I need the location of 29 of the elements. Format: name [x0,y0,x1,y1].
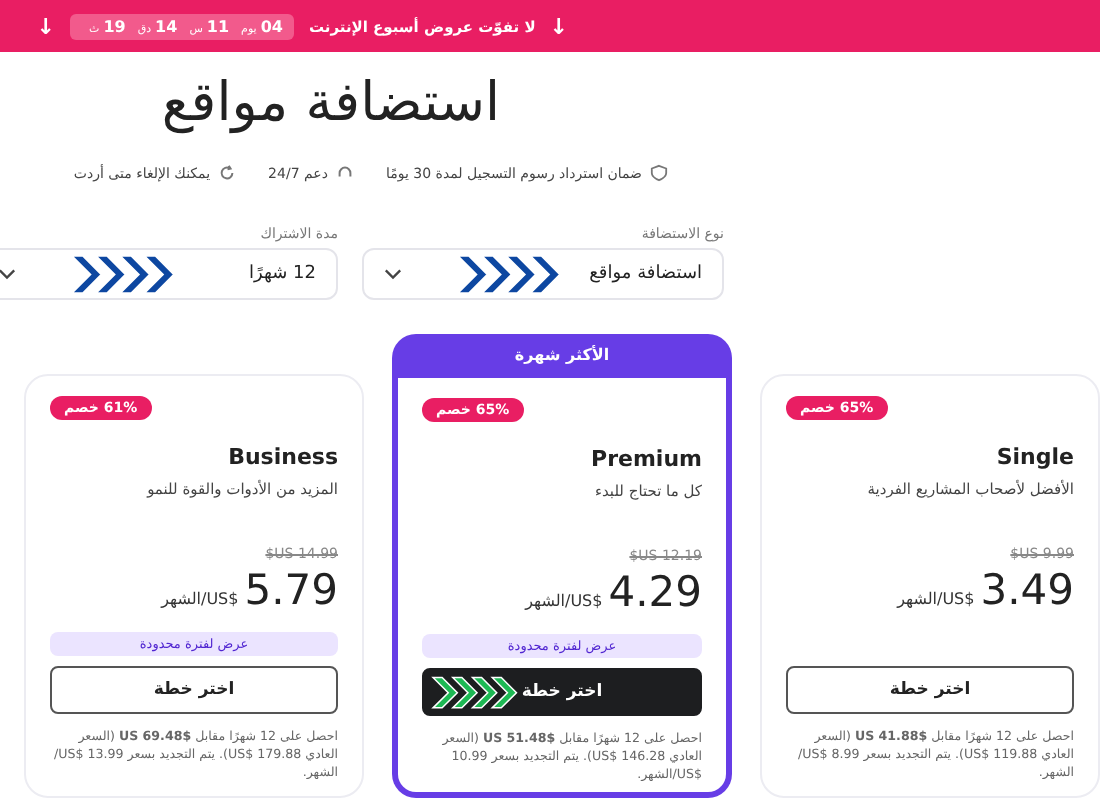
countdown-value: 14 [155,17,178,35]
price-unit: $US/الشهر [161,590,239,608]
price-unit: $US/الشهر [525,592,603,610]
choose-plan-button[interactable]: اختر خطة [422,668,702,716]
price: 5.79 [244,566,338,614]
countdown-value: 04 [260,17,283,35]
plan-name: Business [226,444,338,470]
price-unit: $US/الشهر [897,590,975,608]
choose-plan-button[interactable]: اختر خطة [50,666,338,714]
shield-icon [650,164,668,182]
refresh-icon [218,164,237,182]
arrow-down-icon: ↓ [36,13,55,39]
chevrons-icon [68,254,176,295]
arrow-down-icon: ↓ [549,13,568,39]
dropdown[interactable]: 12 شهرًا [0,248,338,300]
plan-name: Single [994,444,1074,470]
choose-plan-button[interactable]: اختر خطة [786,666,1074,714]
chevrons-icon [454,254,562,295]
plan-name: Premium [589,446,702,472]
countdown-value: 11 [206,17,230,35]
countdown-value: 19 [103,17,126,35]
chevrons-icon [430,676,518,710]
popular-label: الأكثر شهرة [514,346,610,364]
page-title: استضافة مواقع [159,70,500,138]
price: 3.49 [980,566,1074,614]
caret-icon [384,268,402,280]
caret-icon [0,268,16,280]
price: 4.29 [608,568,702,616]
dropdown[interactable]: استضافة مواقع [362,248,724,300]
